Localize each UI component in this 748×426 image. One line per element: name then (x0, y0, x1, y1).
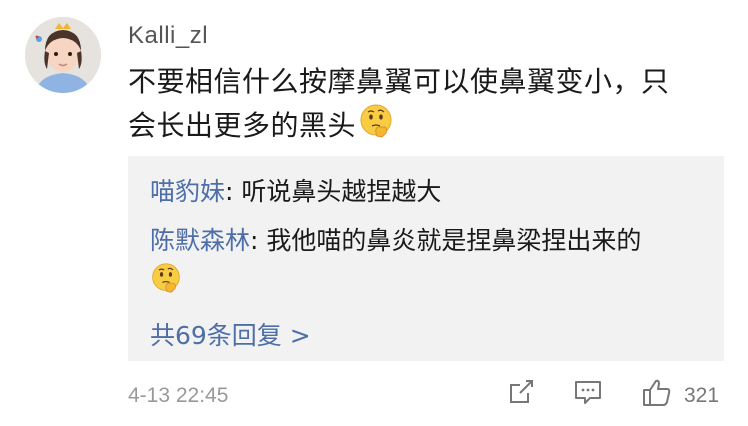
like-button[interactable] (641, 377, 673, 413)
comment-button[interactable] (573, 377, 603, 411)
more-replies-link[interactable]: 共69条回复 > (150, 316, 311, 352)
username[interactable]: Kalli_zl (128, 22, 208, 50)
avatar[interactable] (25, 17, 101, 93)
comment-text: 不要相信什么按摩鼻翼可以使鼻翼变小，只 会长出更多的黑头 (128, 60, 718, 151)
reply-author[interactable]: 陈默森林 (150, 226, 250, 255)
timestamp: 4-13 22:45 (128, 384, 229, 407)
reply-text: 听说鼻头越捏越大 (241, 177, 442, 206)
avatar-image (25, 17, 101, 93)
comment-icon (575, 381, 601, 404)
reply-text: 我他喵的鼻炎就是捏鼻梁捏出来的 (266, 226, 642, 255)
share-icon (510, 380, 533, 403)
thumbs-up-icon (643, 379, 671, 406)
thinking-face-icon (358, 103, 394, 151)
share-button[interactable] (506, 377, 536, 411)
reply-author[interactable]: 喵豹妹 (150, 177, 225, 206)
reply-item[interactable]: 喵豹妹: 听说鼻头越捏越大 (150, 173, 441, 211)
comment-line-2: 会长出更多的黑头 (128, 103, 718, 151)
replies-panel: 喵豹妹: 听说鼻头越捏越大 陈默森林: 我他喵的鼻炎就是捏鼻梁捏出来的 共69条… (128, 156, 724, 361)
comment-line-2-text: 会长出更多的黑头 (128, 109, 357, 142)
thinking-face-icon (150, 262, 720, 305)
reply-separator: : (225, 177, 242, 206)
comment-line-1: 不要相信什么按摩鼻翼可以使鼻翼变小，只 (128, 65, 670, 98)
like-count: 321 (684, 384, 720, 407)
reply-item[interactable]: 陈默森林: 我他喵的鼻炎就是捏鼻梁捏出来的 (150, 222, 720, 305)
reply-separator: : (250, 226, 267, 255)
